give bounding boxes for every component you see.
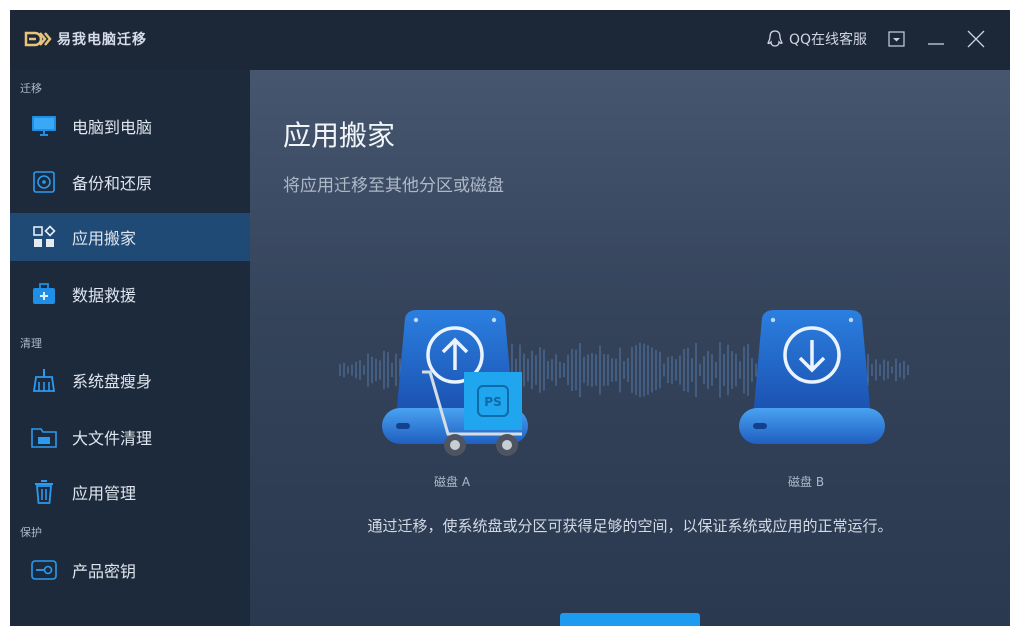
section-label-protect: 保护 xyxy=(20,526,42,539)
sidebar-item-system-slim[interactable]: 系统盘瘦身 xyxy=(10,356,250,404)
disk-b-label: 磁盘 B xyxy=(788,475,825,489)
page-subtitle: 将应用迁移至其他分区或磁盘 xyxy=(283,176,504,196)
sidebar-item-app-manage[interactable]: 应用管理 xyxy=(10,468,250,516)
sidebar-item-label: 数据救援 xyxy=(72,286,137,305)
qq-penguin-icon xyxy=(767,30,783,47)
qq-support-link[interactable]: QQ在线客服 xyxy=(766,29,867,49)
main-panel: 应用搬家 将应用迁移至其他分区或磁盘 PS 磁盘 A 磁盘 B 通过迁移，使系统… xyxy=(250,70,1010,626)
folder-gb-icon xyxy=(30,423,58,451)
qq-support-label: QQ在线客服 xyxy=(789,32,868,48)
disk-b-icon xyxy=(739,310,885,444)
start-button[interactable] xyxy=(560,613,700,626)
sidebar-item-label: 系统盘瘦身 xyxy=(72,372,153,391)
sidebar-item-label: 产品密钥 xyxy=(72,562,137,581)
migration-description: 通过迁移，使系统盘或分区可获得足够的空间，以保证系统或应用的正常运行。 xyxy=(367,517,893,535)
app-logo-icon xyxy=(24,31,52,47)
app-title: 易我电脑迁移 xyxy=(57,32,147,48)
sidebar-item-product-key[interactable]: 产品密钥 xyxy=(10,546,250,594)
monitor-icon xyxy=(30,112,58,140)
sidebar-item-label: 电脑到电脑 xyxy=(72,118,153,137)
sidebar-item-pc-to-pc[interactable]: 电脑到电脑 xyxy=(10,102,250,150)
sidebar-item-label: 大文件清理 xyxy=(72,429,153,448)
backup-disc-icon xyxy=(30,168,58,196)
section-label-clean: 清理 xyxy=(20,337,42,350)
sidebar-item-label: 应用管理 xyxy=(72,484,137,503)
title-bar: 易我电脑迁移 QQ在线客服 xyxy=(10,10,1010,70)
sidebar-item-large-file-clean[interactable]: 大文件清理 xyxy=(10,413,250,461)
product-key-icon xyxy=(30,556,58,584)
sidebar-item-app-migration[interactable]: 应用搬家 xyxy=(10,213,250,261)
cart-badge-text: PS xyxy=(484,395,501,409)
migration-illustration: PS xyxy=(339,310,909,456)
disk-a-label: 磁盘 A xyxy=(434,475,471,489)
section-label-migrate: 迁移 xyxy=(20,82,42,95)
close-button[interactable] xyxy=(965,28,987,50)
first-aid-kit-icon xyxy=(30,280,58,308)
sidebar-item-data-rescue[interactable]: 数据救援 xyxy=(10,270,250,318)
minimize-button[interactable] xyxy=(925,28,947,50)
sidebar: 迁移 电脑到电脑 备份和还原 应用搬家 数据救援 清理 系统盘瘦身 大文件清理 … xyxy=(10,70,250,626)
app-window: 易我电脑迁移 QQ在线客服 迁移 电脑到电脑 备份和还原 应用搬家 数据救援 清… xyxy=(10,10,1010,626)
page-title: 应用搬家 xyxy=(283,119,396,152)
sidebar-item-backup-restore[interactable]: 备份和还原 xyxy=(10,158,250,206)
sidebar-item-label: 备份和还原 xyxy=(72,174,153,193)
broom-icon xyxy=(30,366,58,394)
apps-grid-icon xyxy=(30,223,58,251)
dropdown-menu-button[interactable] xyxy=(886,28,908,50)
sidebar-item-label: 应用搬家 xyxy=(72,229,137,248)
trash-bin-icon xyxy=(30,478,58,506)
